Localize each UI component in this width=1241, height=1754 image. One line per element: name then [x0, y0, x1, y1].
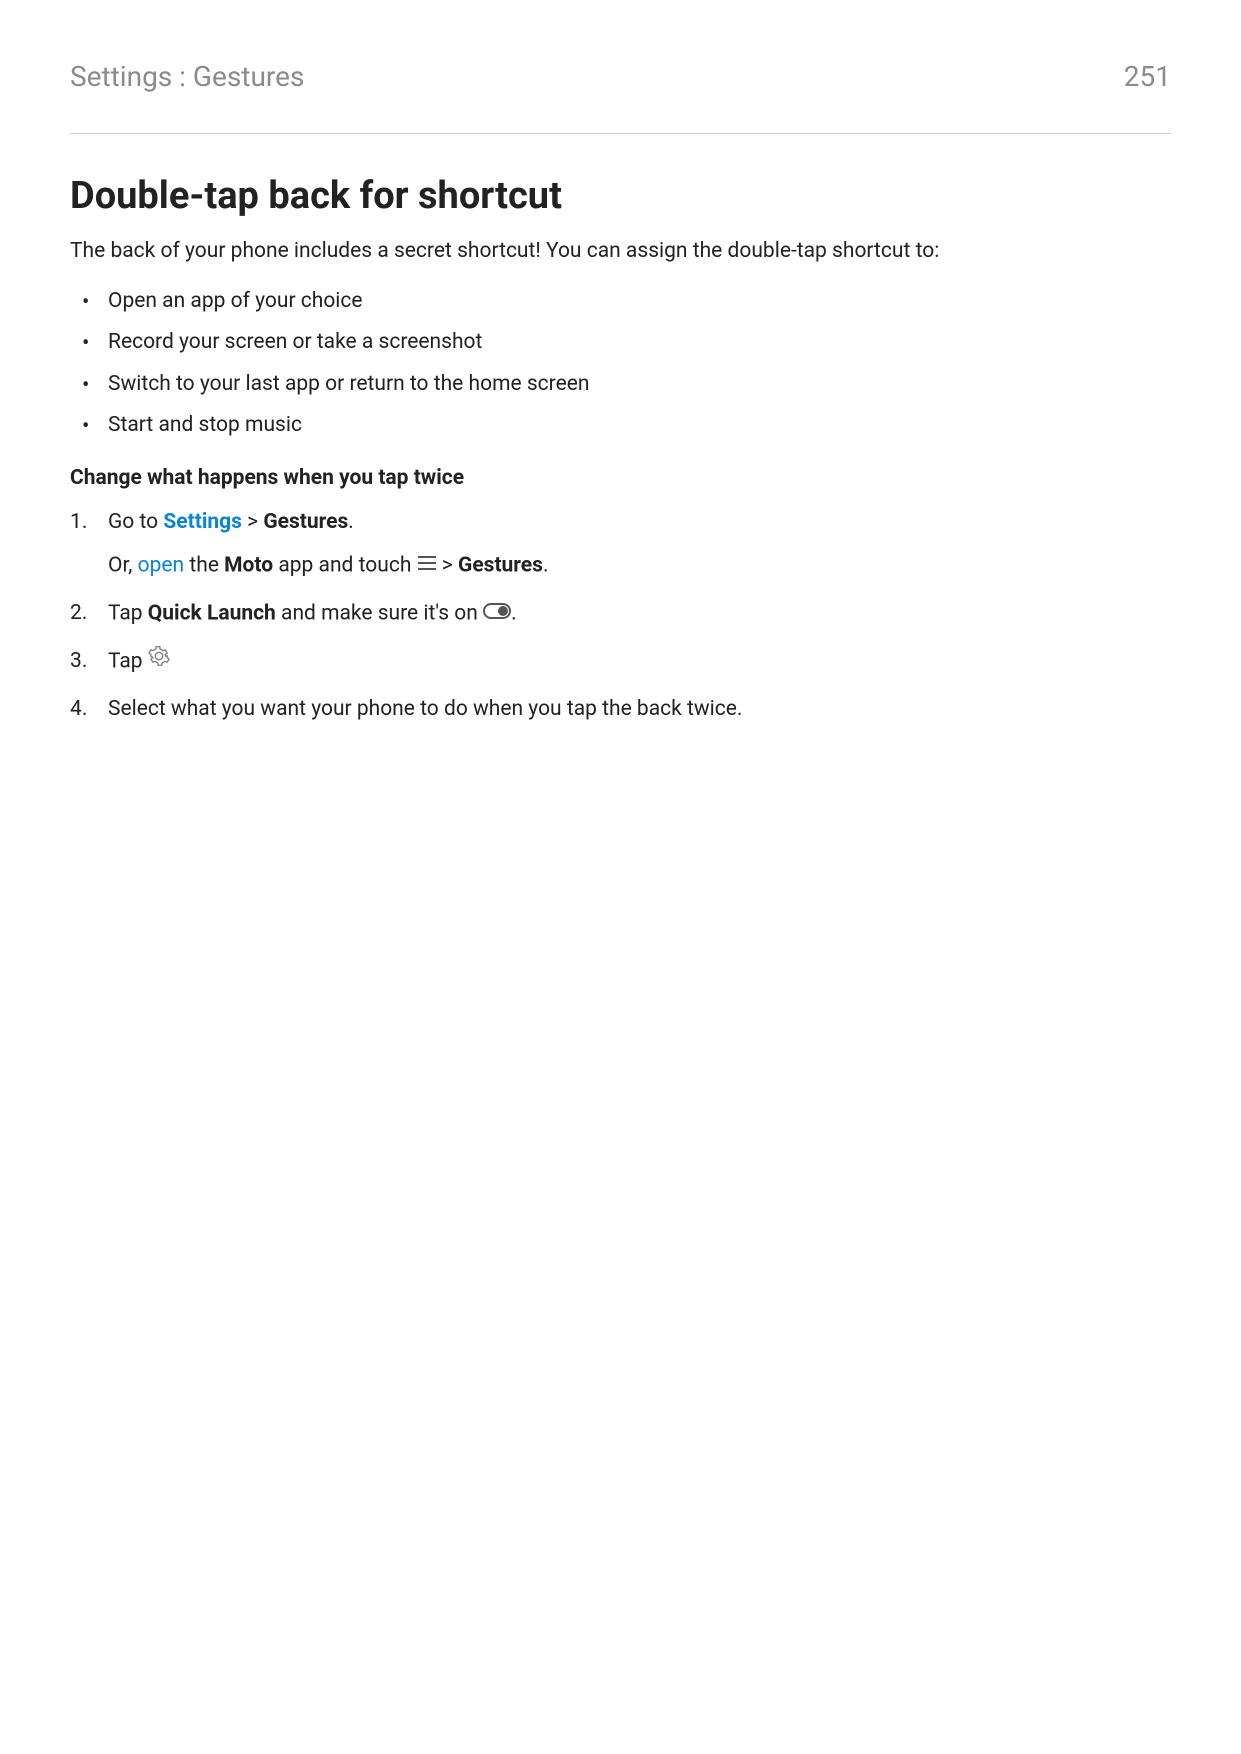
gestures-label: Gestures	[458, 553, 543, 577]
page-title: Double-tap back for shortcut	[70, 174, 1171, 218]
step-text: app and touch	[273, 553, 416, 577]
subheading: Change what happens when you tap twice	[70, 466, 1171, 490]
page-number: 251	[1124, 60, 1171, 93]
step-text: Go to	[108, 510, 163, 534]
step-text: >	[437, 553, 458, 577]
step-text: Tap	[108, 601, 148, 625]
step-text: >	[242, 510, 263, 534]
step-text: the	[184, 553, 224, 577]
step-text: Tap	[108, 649, 148, 673]
list-item: Record your screen or take a screenshot	[70, 327, 1171, 359]
settings-link[interactable]: Settings	[163, 510, 242, 534]
divider	[70, 133, 1171, 134]
toggle-on-icon	[483, 597, 511, 631]
step-text: and make sure it's on	[276, 601, 483, 625]
moto-label: Moto	[224, 553, 273, 577]
breadcrumb: Settings : Gestures	[70, 60, 304, 93]
list-item: Start and stop music	[70, 410, 1171, 442]
open-link[interactable]: open	[138, 553, 185, 577]
intro-text: The back of your phone includes a secret…	[70, 236, 1171, 268]
gestures-label: Gestures	[263, 510, 348, 534]
gear-icon	[148, 645, 170, 679]
step-text: .	[511, 601, 517, 625]
quick-launch-label: Quick Launch	[148, 601, 276, 625]
step-item: Tap	[70, 645, 1171, 679]
list-item: Switch to your last app or return to the…	[70, 369, 1171, 401]
step-item: Go to Settings > Gestures. Or, open the …	[70, 506, 1171, 584]
bullet-list: Open an app of your choice Record your s…	[70, 286, 1171, 442]
step-item: Select what you want your phone to do wh…	[70, 693, 1171, 727]
step-item: Tap Quick Launch and make sure it's on .	[70, 597, 1171, 631]
list-item: Open an app of your choice	[70, 286, 1171, 318]
steps-list: Go to Settings > Gestures. Or, open the …	[70, 506, 1171, 727]
menu-icon	[417, 549, 437, 583]
step-text: Or,	[108, 553, 138, 577]
step-text: .	[348, 510, 354, 534]
step-text: .	[543, 553, 549, 577]
